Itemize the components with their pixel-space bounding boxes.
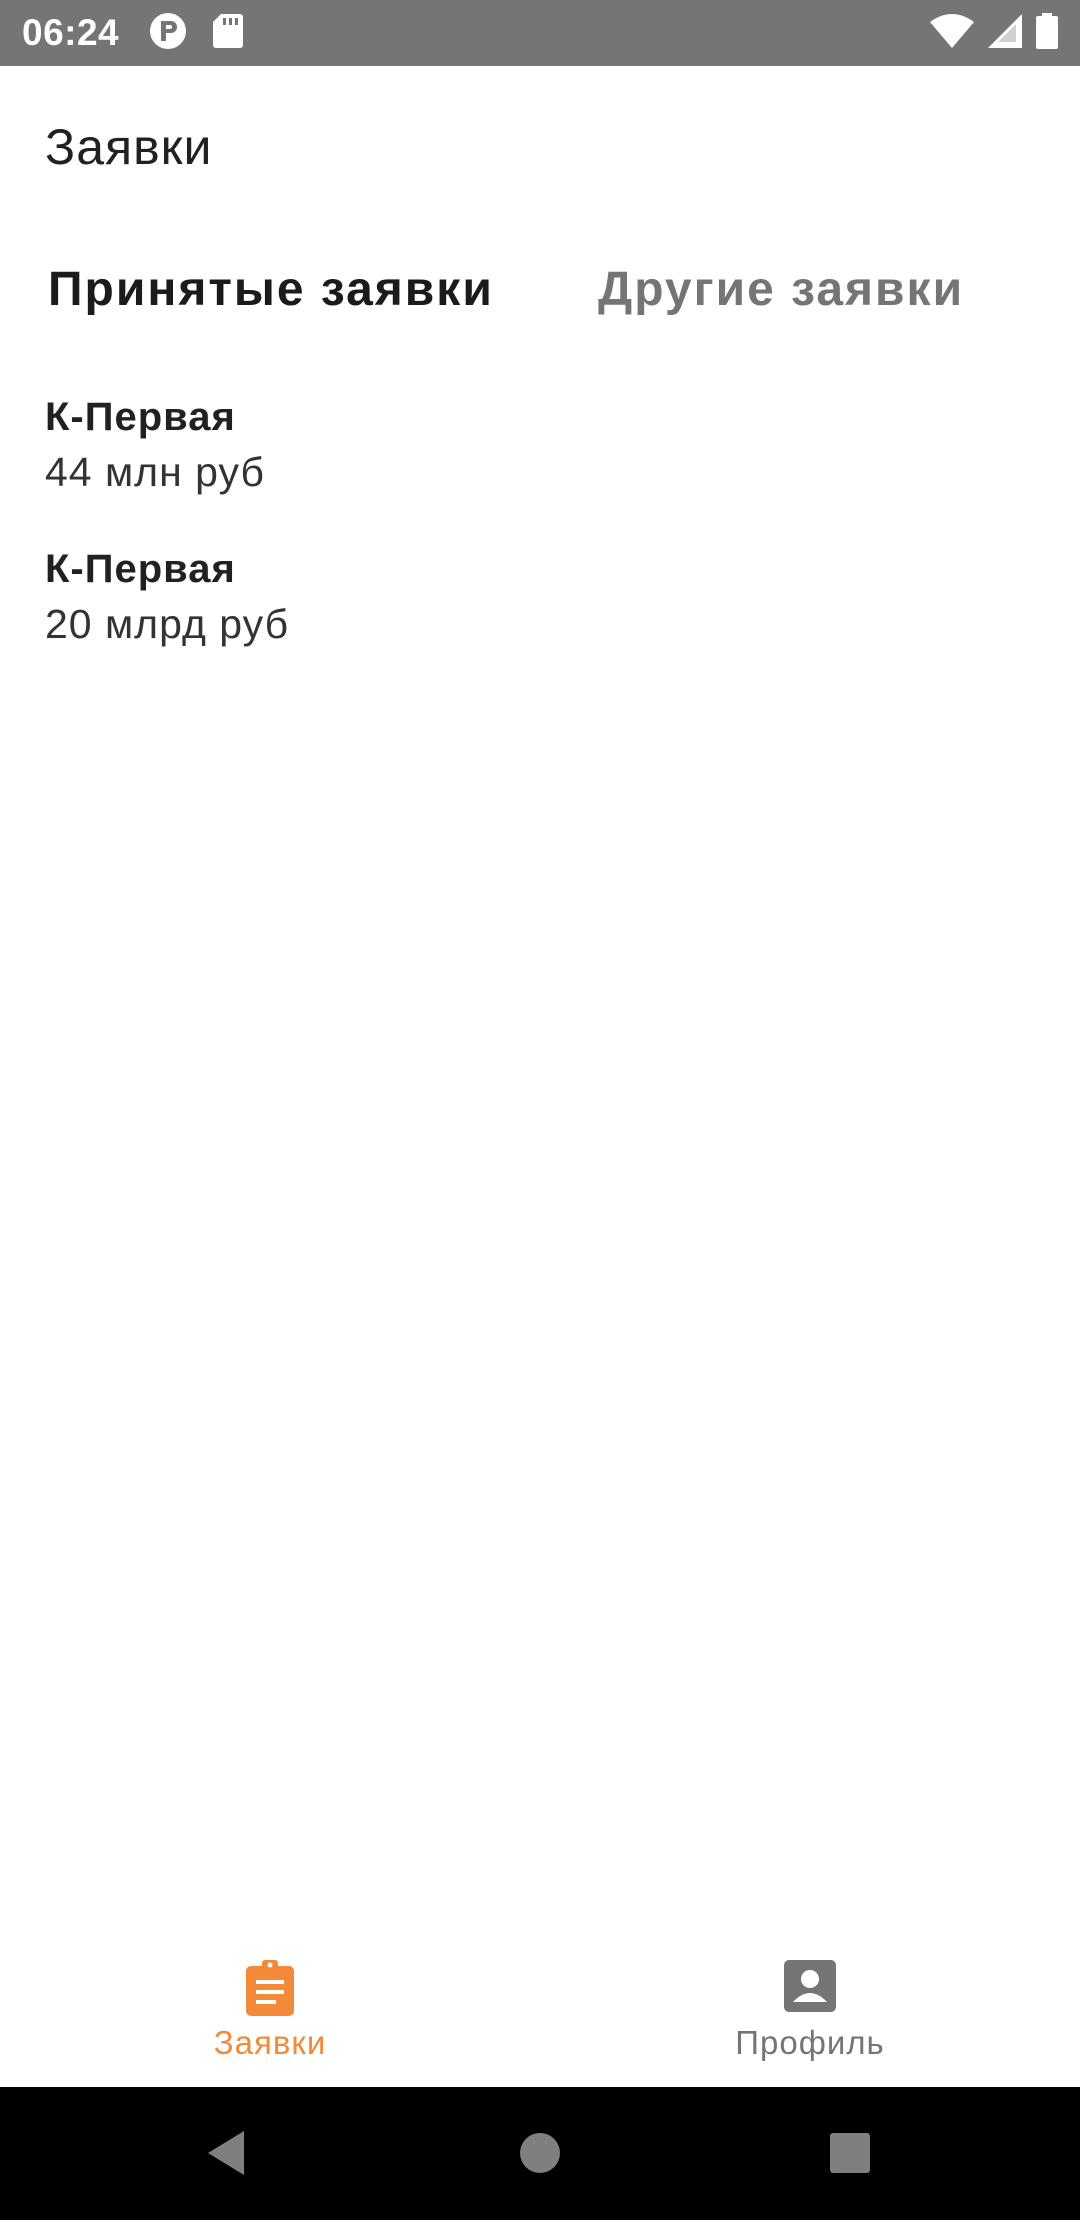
status-time: 06:24 (22, 12, 120, 53)
wifi-icon (930, 13, 974, 53)
clipboard-list-icon (244, 1960, 296, 2021)
item-title: К-Первая (45, 547, 236, 591)
requests-list: К-Первая 44 млн руб К-Первая 20 млрд руб (45, 390, 1035, 694)
tab-other-requests[interactable]: Другие заявки (598, 250, 964, 330)
list-item[interactable]: К-Первая 20 млрд руб (45, 542, 1035, 694)
back-icon[interactable] (200, 2087, 250, 2220)
list-item[interactable]: К-Первая 44 млн руб (45, 390, 1035, 542)
screen: 06:24 Заявки Принятые заявки Другие заяв… (0, 0, 1080, 2220)
sd-card-icon (213, 13, 244, 53)
nav-label-requests: Заявки (213, 2024, 327, 2061)
p-badge-icon (149, 12, 187, 55)
nav-item-profile[interactable]: Профиль (540, 1940, 1080, 2087)
bottom-navigation: Заявки Профиль (0, 1940, 1080, 2087)
account-box-icon (784, 1960, 836, 2017)
nav-item-requests[interactable]: Заявки (0, 1940, 540, 2087)
tab-bar: Принятые заявки Другие заявки (0, 250, 1080, 330)
item-amount: 44 млн руб (45, 449, 265, 495)
tab-accepted-requests[interactable]: Принятые заявки (48, 250, 494, 330)
status-bar: 06:24 (0, 0, 1080, 66)
signal-icon (988, 13, 1022, 53)
home-icon[interactable] (500, 2087, 580, 2220)
battery-icon (1036, 12, 1058, 54)
page-title: Заявки (45, 119, 213, 175)
nav-label-profile: Профиль (735, 2024, 885, 2061)
system-navigation-bar (0, 2087, 1080, 2220)
recent-apps-icon[interactable] (810, 2087, 890, 2220)
item-amount: 20 млрд руб (45, 601, 290, 647)
item-title: К-Первая (45, 395, 236, 439)
